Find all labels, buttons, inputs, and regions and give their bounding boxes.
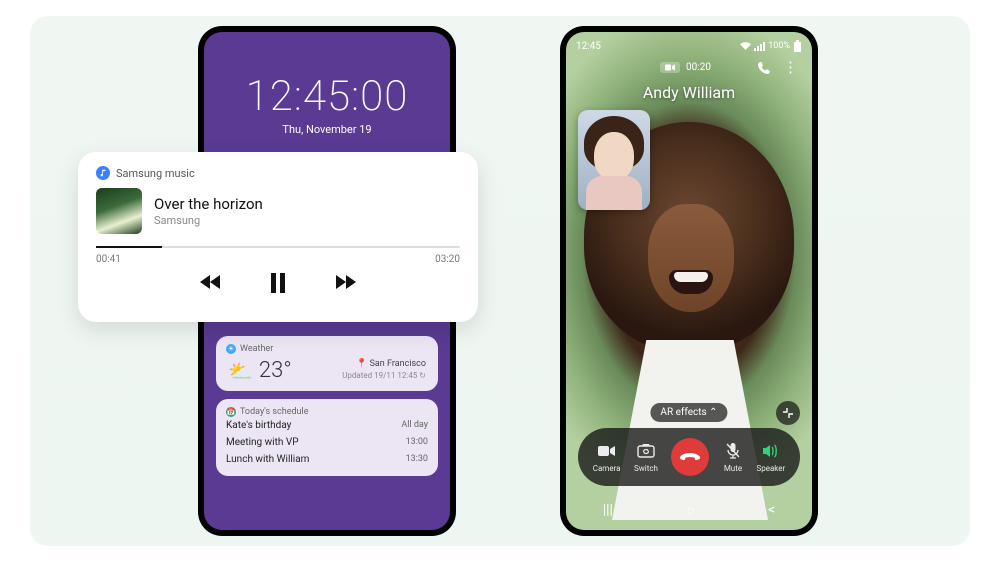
music-app-icon [96, 166, 110, 180]
self-view-pip[interactable] [578, 110, 650, 210]
track-artist: Samsung [154, 214, 263, 227]
schedule-widget[interactable]: 📅 Today's schedule Kate's birthday All d… [216, 399, 438, 476]
promo-stage: 12:45:00 Thu, November 19 ☀ Weather ⛅ 23… [30, 16, 970, 546]
calendar-icon: 📅 [226, 407, 236, 417]
phone-videocall-mockup: 12:45 100% [560, 26, 818, 536]
weather-temp: 23° [259, 358, 292, 383]
music-app-name: Samsung music [116, 167, 195, 180]
add-call-icon[interactable] [757, 61, 771, 75]
nav-recents[interactable]: ||| [603, 502, 613, 518]
weather-icon: ☀ [226, 344, 236, 354]
prev-button[interactable] [198, 273, 224, 293]
record-indicator [660, 62, 680, 73]
time-elapsed: 00:41 [96, 254, 121, 265]
progress-bar[interactable] [96, 246, 460, 248]
end-call-button[interactable] [671, 438, 709, 476]
battery-text: 100% [768, 41, 790, 51]
weather-location: 📍 San Francisco [342, 359, 426, 371]
video-icon [597, 441, 617, 461]
clock-date: Thu, November 19 [246, 123, 409, 136]
album-art[interactable] [96, 188, 142, 234]
mute-button[interactable]: Mute [723, 441, 743, 473]
status-time: 12:45 [576, 41, 601, 52]
schedule-item[interactable]: Lunch with William 13:30 [226, 451, 428, 468]
schedule-header-label: Today's schedule [240, 407, 308, 417]
caller-name: Andy William [643, 83, 735, 102]
switch-camera-button[interactable]: Switch [634, 441, 658, 473]
more-icon[interactable]: ⋮ [783, 60, 798, 75]
minimize-button[interactable] [776, 401, 800, 425]
battery-icon [793, 40, 802, 52]
clock: 12:45:00 Thu, November 19 [246, 72, 409, 136]
signal-icon [754, 42, 765, 51]
call-controls: Camera Switch Mute [578, 428, 800, 486]
status-bar: 12:45 100% [576, 38, 802, 54]
video-call-screen: 12:45 100% [566, 32, 812, 530]
schedule-header: 📅 Today's schedule [226, 407, 428, 417]
schedule-item[interactable]: Kate's birthday All day [226, 417, 428, 434]
weather-header-label: Weather [240, 344, 273, 354]
progress-fill [96, 246, 162, 248]
track-title: Over the horizon [154, 195, 263, 213]
speaker-button[interactable]: Speaker [756, 441, 785, 473]
clock-time: 12:45:00 [246, 72, 409, 121]
music-notification[interactable]: Samsung music Over the horizon Samsung 0… [78, 152, 478, 322]
weather-widget[interactable]: ☀ Weather ⛅ 23° 📍 San Francisco Updated … [216, 336, 438, 391]
weather-updated: Updated 19/11 12:45 ↻ [342, 371, 426, 381]
sun-cloud-icon: ⛅ [228, 359, 253, 383]
wifi-icon [740, 42, 751, 51]
pause-button[interactable] [270, 273, 286, 293]
next-button[interactable] [332, 273, 358, 293]
schedule-item[interactable]: Meeting with VP 13:00 [226, 434, 428, 451]
camera-button[interactable]: Camera [593, 441, 621, 473]
nav-back[interactable]: < [768, 502, 775, 518]
switch-camera-icon [636, 441, 656, 461]
ar-effects-button[interactable]: AR effects ⌃ [650, 403, 727, 422]
speaker-icon [761, 441, 781, 461]
call-header: 00:20 ⋮ Andy William [566, 60, 812, 102]
call-duration: 00:20 [686, 62, 711, 73]
nav-home[interactable]: ○ [686, 502, 694, 519]
mic-off-icon [723, 441, 743, 461]
weather-header: ☀ Weather [226, 344, 428, 354]
time-total: 03:20 [435, 254, 460, 265]
android-nav-bar: ||| ○ < [566, 498, 812, 522]
